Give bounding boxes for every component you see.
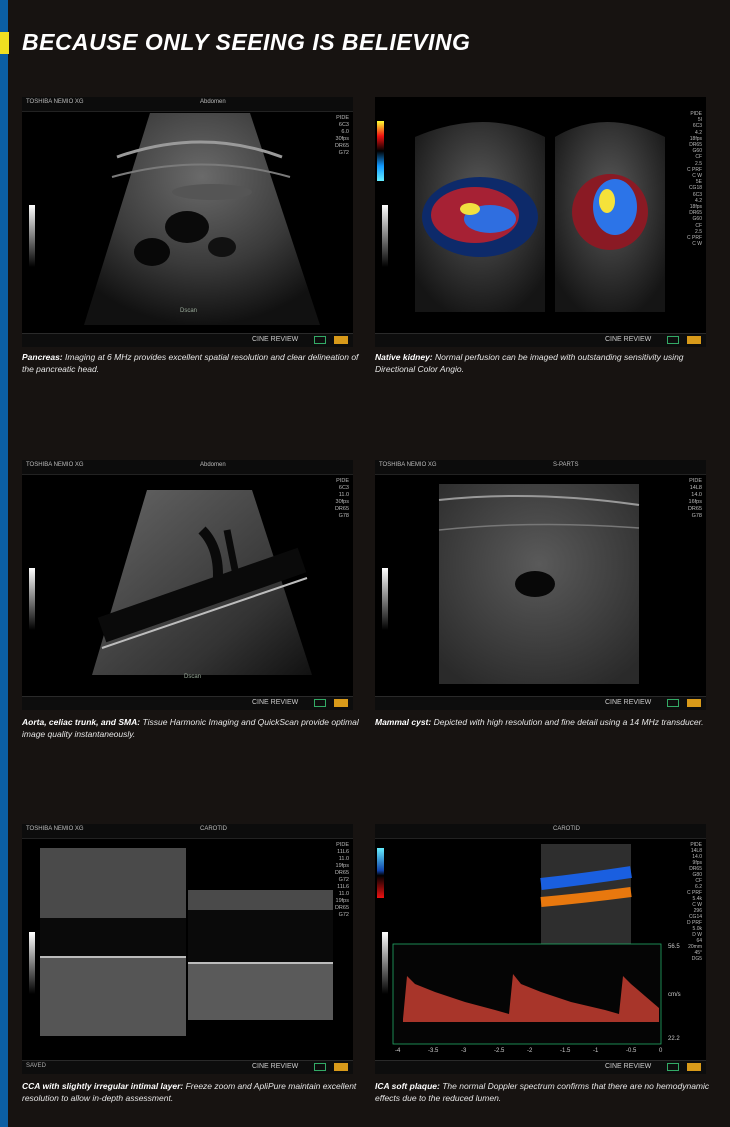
- panel-mode: Abdomen: [200, 462, 226, 468]
- ultrasound-aorta: TOSHIBA NEMIO XG Abdomen PIDE 6C3 11.0 30…: [22, 460, 353, 710]
- grayscale-bar: [382, 205, 388, 267]
- left-blue-bar: [0, 0, 8, 1127]
- scan-params: PIDE 6C3 11.0 30fps DR65 G78: [334, 478, 349, 519]
- cine-review-label: CINE REVIEW: [605, 336, 652, 343]
- panel-mode: Abdomen: [200, 99, 226, 105]
- aorta-scan: [92, 490, 312, 675]
- scan-params: PIDE 5I 6C3 4.2 18fps DR65 G60 CF 2.5 C …: [687, 111, 702, 248]
- doppler-tick-label: -3: [461, 1048, 467, 1054]
- grayscale-bar: [29, 568, 35, 630]
- caption-kidney: Native kidney: Normal perfusion can be i…: [375, 351, 715, 375]
- cine-review-label: CINE REVIEW: [252, 1063, 299, 1070]
- record-button-icon: [334, 699, 348, 707]
- cca-scan: [40, 848, 333, 1036]
- scan-params: PIDE 14L8 14.0 16fps DR65 G78: [687, 478, 702, 519]
- scan-mark: Dscan: [184, 674, 202, 680]
- caption-cyst: Mammal cyst: Depicted with high resoluti…: [375, 716, 715, 728]
- grayscale-bar: [29, 932, 35, 994]
- panel-brand: TOSHIBA NEMIO XG: [379, 462, 437, 468]
- caption-lead: CCA with slightly irregular intimal laye…: [22, 1081, 184, 1091]
- ultrasound-cca: TOSHIBA NEMIO XG CAROTID PIDE 11L6 11.0 1…: [22, 824, 353, 1074]
- caption-lead: Pancreas:: [22, 352, 63, 362]
- title-accent-bar: [0, 32, 9, 54]
- caption-cca: CCA with slightly irregular intimal laye…: [22, 1080, 362, 1104]
- scan-button-icon: [314, 336, 326, 344]
- caption-lead: ICA soft plaque:: [375, 1081, 440, 1091]
- panel-mode: CAROTID: [200, 826, 227, 832]
- ica-doppler-scan: [377, 844, 662, 1045]
- scan-button-icon: [667, 336, 679, 344]
- panel-brand: TOSHIBA NEMIO XG: [26, 826, 84, 832]
- panel-brand: TOSHIBA NEMIO XG: [26, 99, 84, 105]
- record-button-icon: [334, 336, 348, 344]
- scan-button-icon: [314, 1063, 326, 1071]
- caption-pancreas: Pancreas: Imaging at 6 MHz provides exce…: [22, 351, 362, 375]
- caption-lead: Mammal cyst:: [375, 717, 432, 727]
- cine-review-label: CINE REVIEW: [605, 699, 652, 706]
- cine-review-label: CINE REVIEW: [605, 1063, 652, 1070]
- scan-params: PIDE 6C3 6.0 30fps DR65 G72: [334, 115, 349, 156]
- panel-mode: CAROTID: [553, 826, 580, 832]
- record-button-icon: [687, 1063, 701, 1071]
- ultrasound-ica-doppler: CAROTID PIDE 14L8 14.0 9fps DR65 G80 CF …: [375, 824, 706, 1074]
- cine-review-label: CINE REVIEW: [252, 699, 299, 706]
- grayscale-bar: [382, 568, 388, 630]
- kidney-scan: [377, 121, 665, 312]
- saved-label: SAVED: [26, 1063, 46, 1069]
- grayscale-bar: [29, 205, 35, 267]
- doppler-tick-label: -1.5: [560, 1048, 571, 1054]
- doppler-tick-label: -1: [593, 1048, 599, 1054]
- panel-brand: TOSHIBA NEMIO XG: [26, 462, 84, 468]
- caption-lead: Aorta, celiac trunk, and SMA:: [22, 717, 141, 727]
- scan-button-icon: [314, 699, 326, 707]
- velocity-unit-label: cm/s: [668, 992, 681, 998]
- scan-button-icon: [667, 1063, 679, 1071]
- caption-aorta: Aorta, celiac trunk, and SMA: Tissue Har…: [22, 716, 362, 740]
- caption-text: Imaging at 6 MHz provides excellent spat…: [22, 352, 359, 374]
- cyst-scan: [438, 484, 640, 684]
- page-title: BECAUSE ONLY SEEING IS BELIEVING: [22, 29, 471, 55]
- caption-lead: Native kidney:: [375, 352, 433, 362]
- caption-text: Depicted with high resolution and fine d…: [431, 717, 704, 727]
- doppler-tick-label: -2.5: [494, 1048, 505, 1054]
- doppler-tick-label: -3.5: [428, 1048, 439, 1054]
- panel-mode: S-PARTS: [553, 462, 579, 468]
- ultrasound-kidney: PIDE 5I 6C3 4.2 18fps DR65 G60 CF 2.5 C …: [375, 97, 706, 347]
- scan-mark: Dscan: [180, 308, 198, 314]
- doppler-tick-label: -2: [527, 1048, 533, 1054]
- velocity-top-label: 56.5: [668, 944, 680, 950]
- velocity-bottom-label: 22.2: [668, 1036, 680, 1042]
- doppler-tick-label: -0.5: [626, 1048, 637, 1054]
- scan-button-icon: [667, 699, 679, 707]
- scan-params: PIDE 11L6 11.0 19fps DR65 G72 11L6 11.0 …: [334, 842, 349, 918]
- record-button-icon: [687, 699, 701, 707]
- ultrasound-mammal-cyst: TOSHIBA NEMIO XG S-PARTS PIDE 14L8 14.0 1…: [375, 460, 706, 710]
- doppler-tick-label: 0: [659, 1048, 663, 1054]
- grayscale-bar: [382, 932, 388, 994]
- record-button-icon: [334, 1063, 348, 1071]
- record-button-icon: [687, 336, 701, 344]
- doppler-tick-label: -4: [395, 1048, 401, 1054]
- caption-ica: ICA soft plaque: The normal Doppler spec…: [375, 1080, 715, 1104]
- ultrasound-pancreas: TOSHIBA NEMIO XG Abdomen PIDE 6C3 6.0 30f…: [22, 97, 353, 347]
- scan-params: PIDE 14L8 14.0 9fps DR65 G80 CF 6.2 C PR…: [687, 842, 702, 962]
- cine-review-label: CINE REVIEW: [252, 336, 299, 343]
